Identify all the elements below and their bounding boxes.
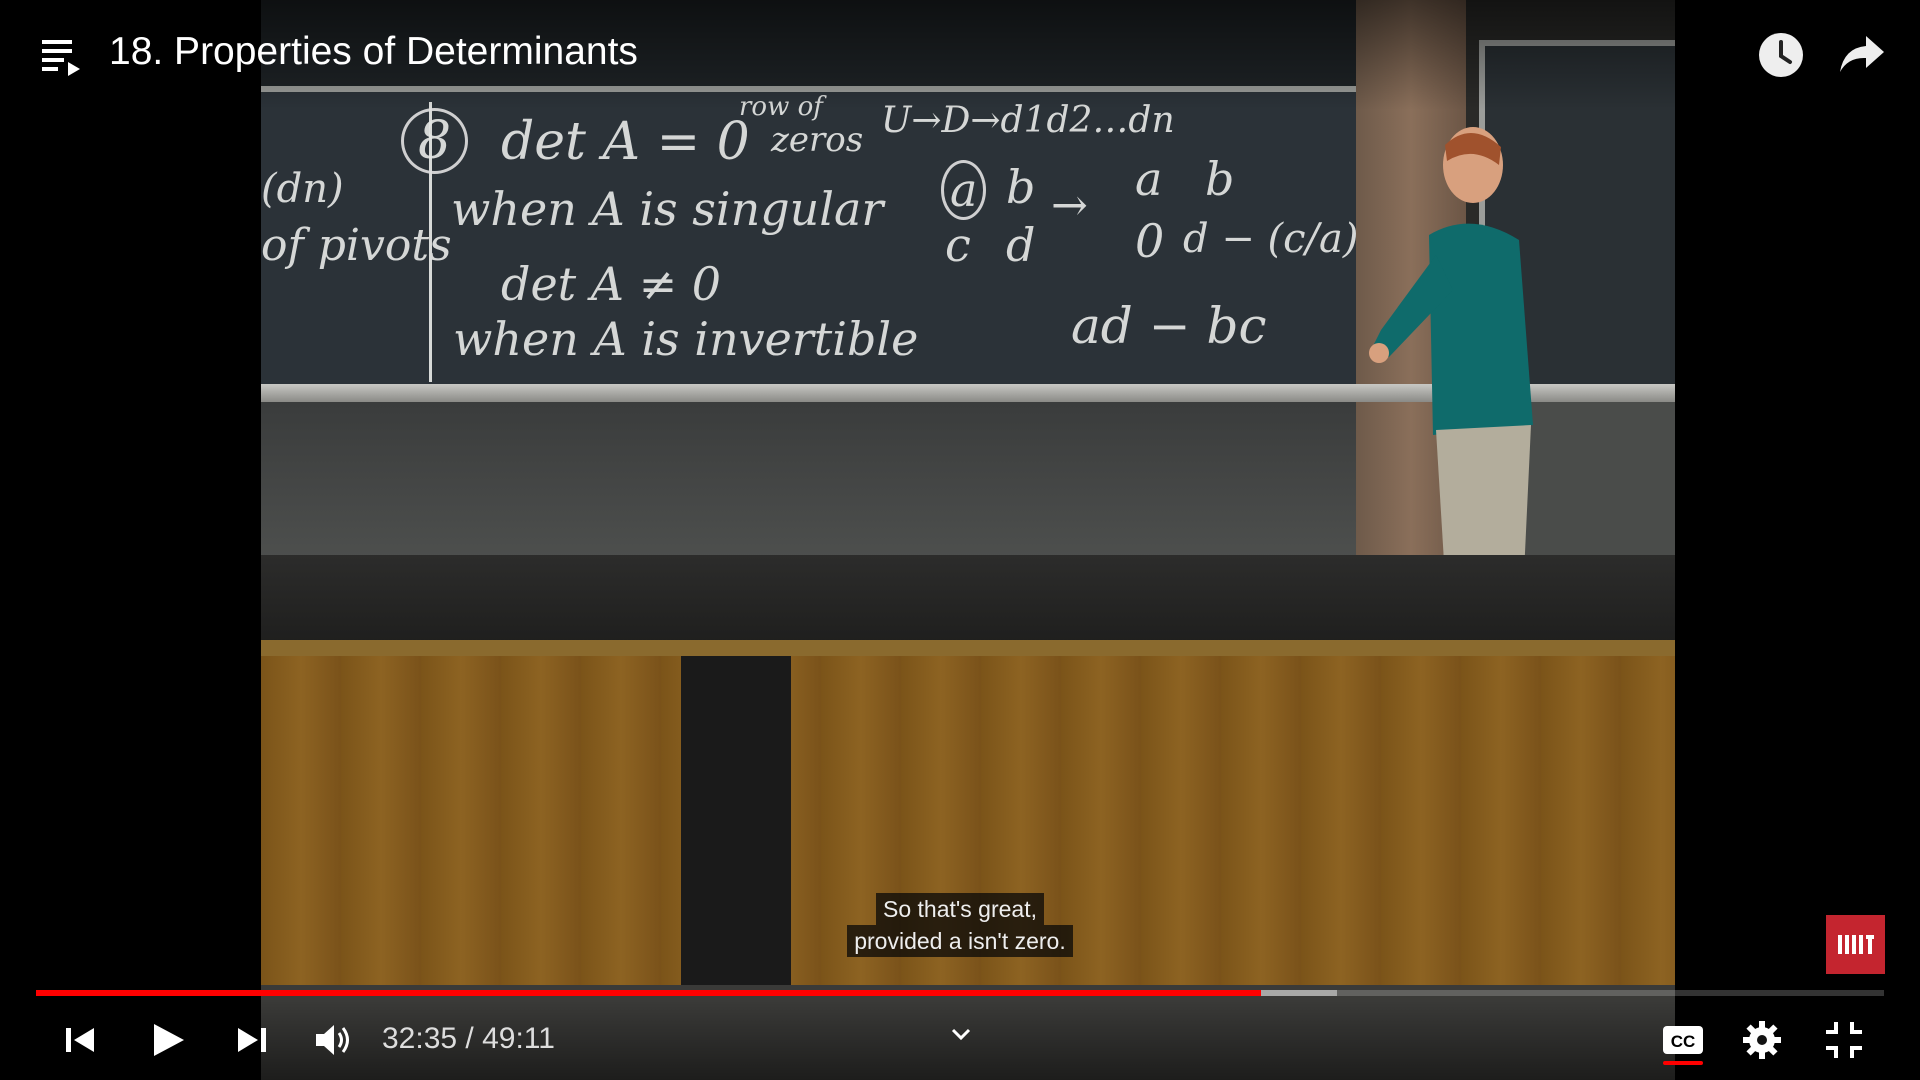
- board-text-pivots: of pivots: [261, 220, 452, 271]
- progress-bar[interactable]: [36, 990, 1884, 996]
- board-line-singular: when A is singular: [451, 182, 884, 236]
- playlist-icon[interactable]: [38, 34, 84, 80]
- board-arrow: →: [1051, 180, 1088, 231]
- board-line-det-nonzero: det A ≠ 0: [501, 257, 722, 311]
- matrix-right-b: b: [1205, 152, 1235, 206]
- matrix-left-c: c: [945, 218, 971, 272]
- play-icon[interactable]: [146, 1018, 190, 1062]
- exit-fullscreen-icon[interactable]: [1822, 1018, 1866, 1062]
- board-line-invertible: when A is invertible: [453, 312, 919, 366]
- board-result: ad − bc: [1071, 297, 1267, 355]
- board-matrix-left: a b c d: [931, 160, 1041, 280]
- mit-logo[interactable]: [1826, 915, 1885, 974]
- svg-text:CC: CC: [1671, 1032, 1696, 1051]
- caption-line-2: provided a isn't zero.: [847, 925, 1073, 957]
- gear-icon[interactable]: [1740, 1018, 1784, 1062]
- captions-active-indicator: [1663, 1061, 1703, 1065]
- share-icon[interactable]: [1836, 30, 1888, 80]
- board-item-number: 8: [401, 108, 469, 174]
- matrix-left-d: d: [1006, 218, 1036, 272]
- video-title[interactable]: 18. Properties of Determinants: [109, 30, 638, 74]
- chevron-down-icon[interactable]: [944, 1022, 978, 1046]
- board-note-zeros: zeros: [771, 120, 864, 160]
- time-display: 32:35 / 49:11: [382, 1022, 555, 1055]
- clock-icon[interactable]: [1756, 30, 1806, 80]
- lecturer: [1369, 127, 1533, 595]
- matrix-right-zero: 0: [1135, 214, 1165, 268]
- matrix-right-a: a: [1135, 152, 1163, 206]
- board-text-dn: (dn): [261, 166, 344, 212]
- volume-icon[interactable]: [312, 1018, 356, 1062]
- skip-next-icon[interactable]: [232, 1018, 272, 1062]
- caption-line-1: So that's great,: [876, 893, 1044, 925]
- skip-previous-icon[interactable]: [60, 1018, 100, 1062]
- lecture-desk-edge: [261, 640, 1675, 656]
- chalkboard: (dn) of pivots 8 det A = 0 row of zeros …: [261, 86, 1397, 394]
- closed-captions-icon[interactable]: CC: [1660, 1018, 1706, 1062]
- captions-window: So that's great, provided a isn't zero.: [0, 893, 1920, 957]
- board-line-det-zero: det A = 0: [501, 112, 750, 172]
- matrix-left-a: a: [941, 160, 987, 220]
- matrix-left-b: b: [1006, 160, 1036, 214]
- progress-played: [36, 990, 1262, 996]
- board-matrix-right: a b 0 d − (c/a) b: [1121, 152, 1397, 272]
